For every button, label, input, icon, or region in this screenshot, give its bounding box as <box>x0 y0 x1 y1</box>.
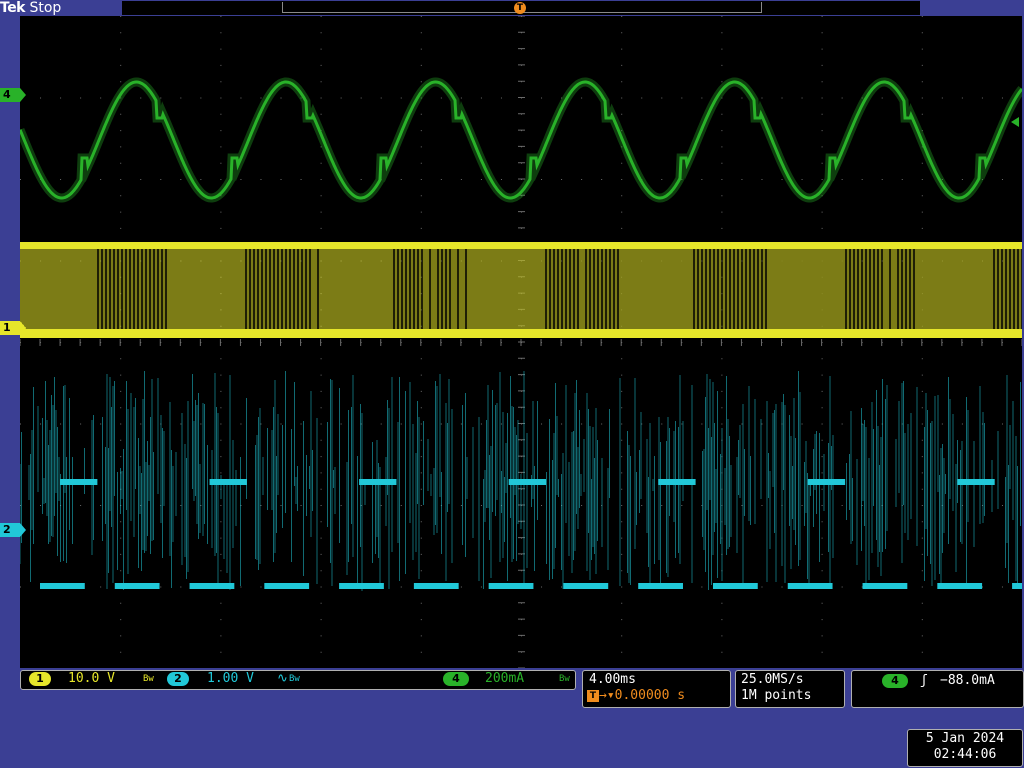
ch2-levels <box>40 482 1022 586</box>
trigger-level-icon[interactable] <box>1011 117 1019 127</box>
ch4-ground-marker[interactable]: 4 <box>0 88 20 102</box>
horizontal-readout[interactable]: 4.00ms T →▾0.00000 s <box>582 670 731 708</box>
trigger-delay-icon: T <box>587 690 599 702</box>
trigger-delay-value: →▾0.00000 s <box>599 688 685 703</box>
ch1-scale[interactable]: 10.0 V <box>68 671 115 687</box>
waveform-graticule <box>20 16 1022 668</box>
trigger-readout[interactable]: 4 ʃ −88.0mA <box>851 670 1024 708</box>
ch4-bw-icon: Bw <box>559 671 570 687</box>
trigger-position-top-icon[interactable]: T <box>514 2 526 14</box>
acquisition-readout[interactable]: 25.0MS/s 1M points <box>735 670 845 708</box>
graticule-center-ticks <box>20 16 1022 668</box>
trigger-delay: T →▾0.00000 s <box>583 688 730 704</box>
trigger-level: −88.0mA <box>940 673 995 689</box>
ch2-scale[interactable]: 1.00 V <box>207 671 254 687</box>
brand-status: Tek Stop <box>0 0 61 16</box>
ch1-low-rail <box>20 329 1022 338</box>
record-length: 1M points <box>736 688 844 704</box>
date: 5 Jan 2024 <box>908 730 1022 747</box>
ch2-coupling-icon: ∿ <box>277 671 288 687</box>
ch1-high-rail <box>20 242 1022 249</box>
trigger-slope-icon: ʃ <box>920 673 928 689</box>
ch1-badge[interactable]: 1 <box>29 672 51 686</box>
ch2-bw-icon: Bw <box>289 671 300 687</box>
trigger-source-badge: 4 <box>882 674 908 688</box>
ch2-badge[interactable]: 2 <box>167 672 189 686</box>
ch1-ground-marker[interactable]: 1 <box>0 321 20 335</box>
timebase-scale: 4.00ms <box>583 671 730 688</box>
run-state: Stop <box>29 0 61 16</box>
ch2-ground-marker[interactable]: 2 <box>0 523 20 537</box>
ch4-scale[interactable]: 200mA <box>485 671 524 687</box>
brand-logo: Tek <box>0 0 25 16</box>
time: 02:44:06 <box>908 747 1022 763</box>
ch4-badge[interactable]: 4 <box>443 672 469 686</box>
ch4-envelope <box>20 82 1022 198</box>
date-time-readout: 5 Jan 2024 02:44:06 <box>907 729 1023 767</box>
waveform-display[interactable] <box>20 16 1022 668</box>
vertical-readout: 1 10.0 V Bw 2 1.00 V ∿ Bw 4 200mA Bw <box>20 670 576 690</box>
sample-rate: 25.0MS/s <box>736 671 844 688</box>
ch1-bw-icon: Bw <box>143 671 154 687</box>
